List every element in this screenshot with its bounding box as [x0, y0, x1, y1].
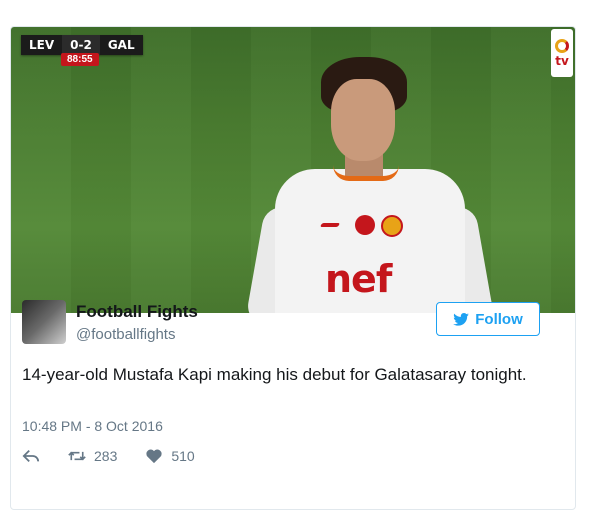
channel-logo-text: tv	[555, 54, 569, 68]
channel-logo-mark	[555, 39, 569, 53]
channel-logo: tv	[551, 29, 573, 77]
player-figure: nef	[244, 57, 496, 313]
retweet-icon	[68, 451, 86, 461]
kit-brand-logo	[319, 223, 341, 227]
tweet-text: 14-year-old Mustafa Kapi making his debu…	[22, 365, 527, 384]
reply-button[interactable]	[22, 448, 40, 464]
like-count: 510	[171, 448, 195, 464]
match-clock: 88:55	[61, 53, 99, 66]
tweet-actions: 283 510	[22, 448, 195, 464]
tweet-media-image[interactable]: LEV 0-2 GAL 88:55 tv nef	[11, 27, 575, 313]
like-button[interactable]: 510	[145, 448, 195, 464]
match-score: 0-2	[62, 35, 100, 55]
club-crest	[381, 215, 403, 237]
shirt-collar	[333, 165, 399, 181]
tweet-timestamp[interactable]: 10:48 PM - 8 Oct 2016	[22, 418, 163, 434]
follow-button-label: Follow	[475, 310, 523, 328]
match-scorebug: LEV 0-2 GAL	[21, 35, 143, 55]
kit-badge	[355, 215, 375, 235]
tweet-card: LEV 0-2 GAL 88:55 tv nef	[10, 26, 576, 510]
retweet-button[interactable]: 283	[68, 448, 117, 464]
follow-button[interactable]: Follow	[436, 302, 540, 336]
shirt-sponsor: nef	[325, 257, 392, 301]
avatar[interactable]	[22, 300, 66, 344]
user-handle[interactable]: @footballfights	[76, 326, 175, 343]
user-name[interactable]: Football Fights	[76, 302, 198, 322]
retweet-count: 283	[94, 448, 118, 464]
home-team: LEV	[21, 35, 63, 55]
reply-icon	[22, 449, 40, 463]
player-face	[331, 79, 395, 161]
heart-icon	[146, 449, 162, 464]
away-team: GAL	[99, 35, 143, 55]
bird-icon	[453, 312, 470, 326]
